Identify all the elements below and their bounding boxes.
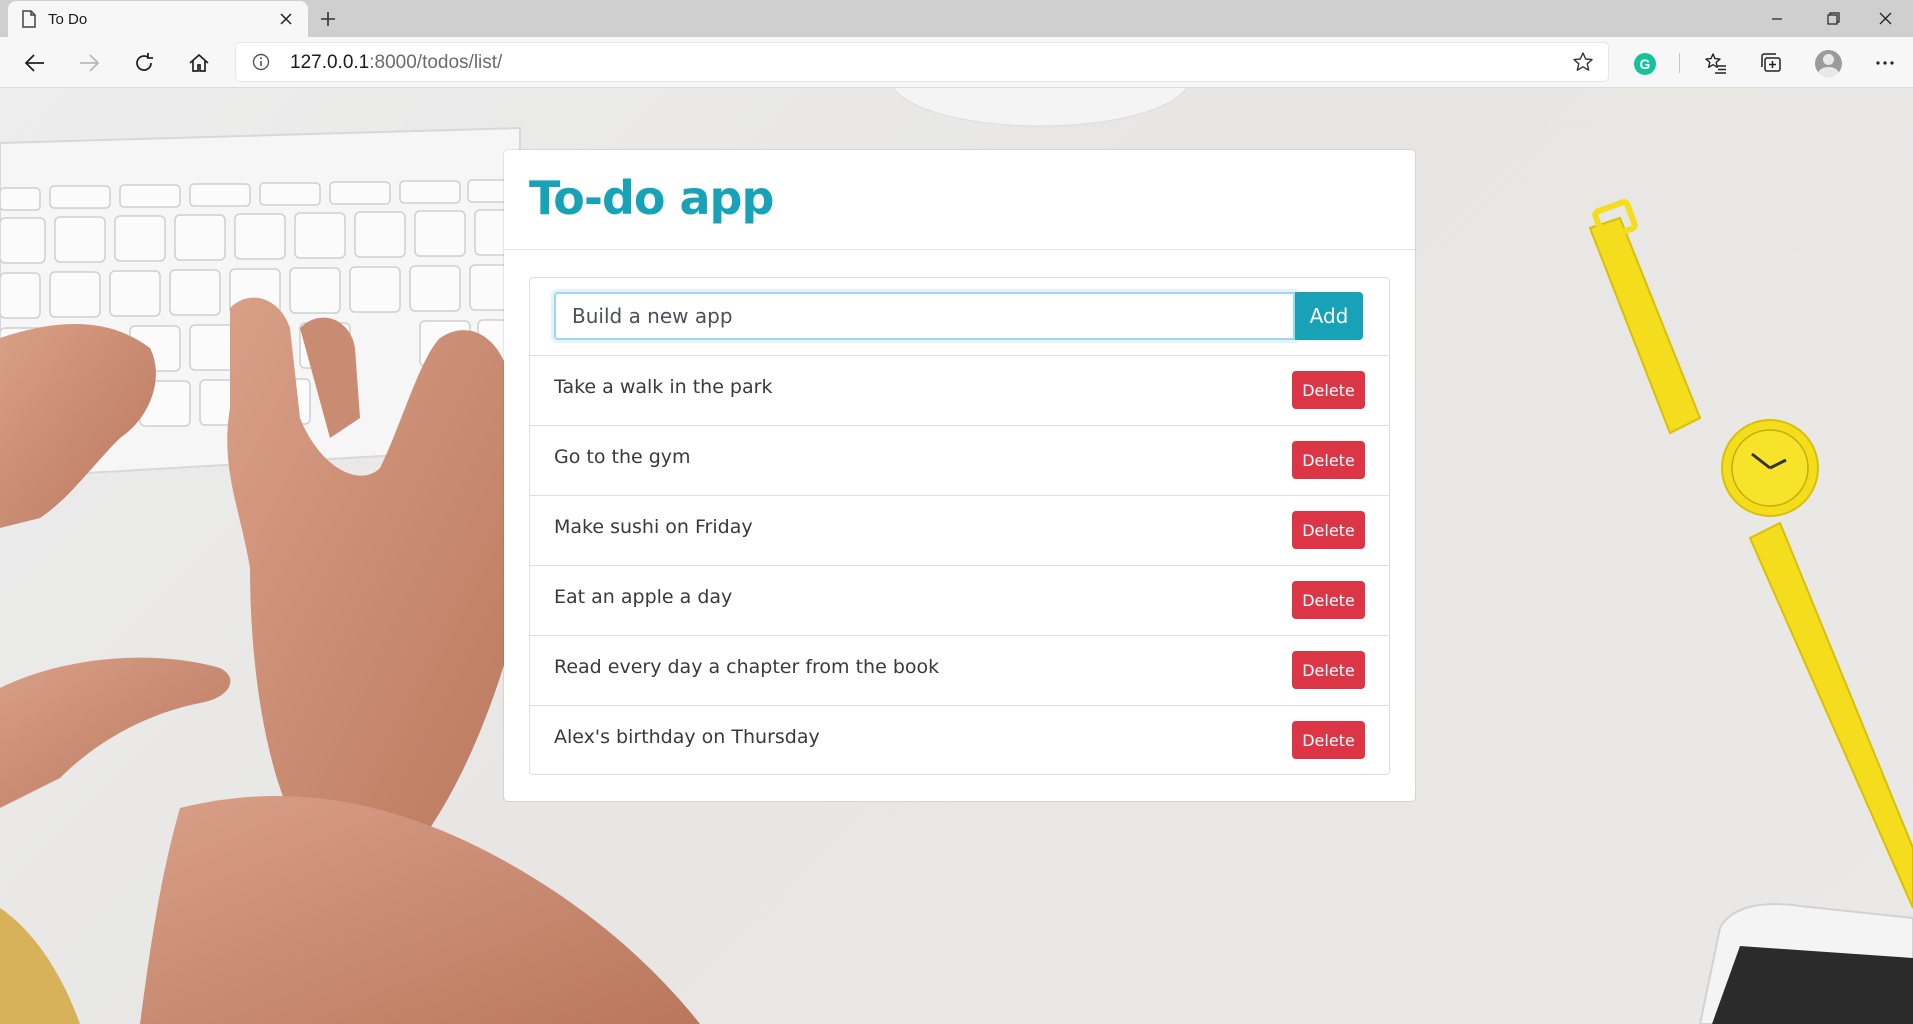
delete-button[interactable]: Delete <box>1292 371 1365 409</box>
tab-title: To Do <box>48 10 88 28</box>
todo-text: Go to the gym <box>554 446 691 468</box>
todo-item: Go to the gym Delete <box>530 426 1389 496</box>
page-title: To-do app <box>529 171 774 225</box>
delete-button[interactable]: Delete <box>1292 651 1365 689</box>
favorites-icon[interactable] <box>1699 46 1733 80</box>
browser-tab[interactable]: To Do <box>8 1 308 37</box>
refresh-icon[interactable] <box>127 46 161 80</box>
new-tab-icon[interactable] <box>316 7 340 31</box>
back-icon[interactable] <box>18 46 52 80</box>
page-viewport: To-do app Add Take a walk in the park De… <box>0 88 1913 1024</box>
delete-button[interactable]: Delete <box>1292 721 1365 759</box>
page-icon <box>22 10 36 28</box>
browser-toolbar: 127.0.0.1:8000/todos/list/ G <box>0 37 1913 88</box>
todo-text: Eat an apple a day <box>554 586 733 608</box>
close-tab-icon[interactable] <box>276 9 296 29</box>
todo-card: To-do app Add Take a walk in the park De… <box>504 150 1415 801</box>
todo-text: Make sushi on Friday <box>554 516 753 538</box>
restore-icon[interactable] <box>1805 0 1861 37</box>
grammarly-extension-icon[interactable]: G <box>1634 53 1656 75</box>
delete-button[interactable]: Delete <box>1292 441 1365 479</box>
tab-strip: To Do <box>0 0 1913 37</box>
close-window-icon[interactable] <box>1857 0 1913 37</box>
address-bar[interactable]: 127.0.0.1:8000/todos/list/ <box>236 43 1608 81</box>
collections-icon[interactable] <box>1754 46 1788 80</box>
add-todo-form: Add <box>530 278 1389 356</box>
add-button[interactable]: Add <box>1295 292 1363 340</box>
toolbar-divider <box>1679 53 1680 73</box>
delete-button[interactable]: Delete <box>1292 511 1365 549</box>
todo-item: Make sushi on Friday Delete <box>530 496 1389 566</box>
todo-item: Read every day a chapter from the book D… <box>530 636 1389 706</box>
todo-text: Alex's birthday on Thursday <box>554 726 820 748</box>
new-todo-input[interactable] <box>554 292 1295 340</box>
home-icon[interactable] <box>182 46 216 80</box>
todo-text: Take a walk in the park <box>554 376 773 398</box>
more-options-icon[interactable] <box>1868 46 1902 80</box>
todo-item: Eat an apple a day Delete <box>530 566 1389 636</box>
url-text: 127.0.0.1:8000/todos/list/ <box>290 52 502 74</box>
delete-button[interactable]: Delete <box>1292 581 1365 619</box>
url-host: 127.0.0.1 <box>290 52 370 73</box>
info-icon[interactable] <box>252 53 270 76</box>
forward-icon[interactable] <box>72 46 106 80</box>
profile-avatar[interactable] <box>1815 50 1842 77</box>
card-header: To-do app <box>504 150 1415 250</box>
favorite-star-icon[interactable] <box>1572 51 1594 78</box>
todo-item: Take a walk in the park Delete <box>530 356 1389 426</box>
minimize-icon[interactable] <box>1749 0 1805 37</box>
todo-item: Alex's birthday on Thursday Delete <box>530 706 1389 774</box>
url-path: :8000/todos/list/ <box>369 52 503 73</box>
todo-text: Read every day a chapter from the book <box>554 656 940 678</box>
todo-list: Add Take a walk in the park Delete Go to… <box>529 277 1390 775</box>
